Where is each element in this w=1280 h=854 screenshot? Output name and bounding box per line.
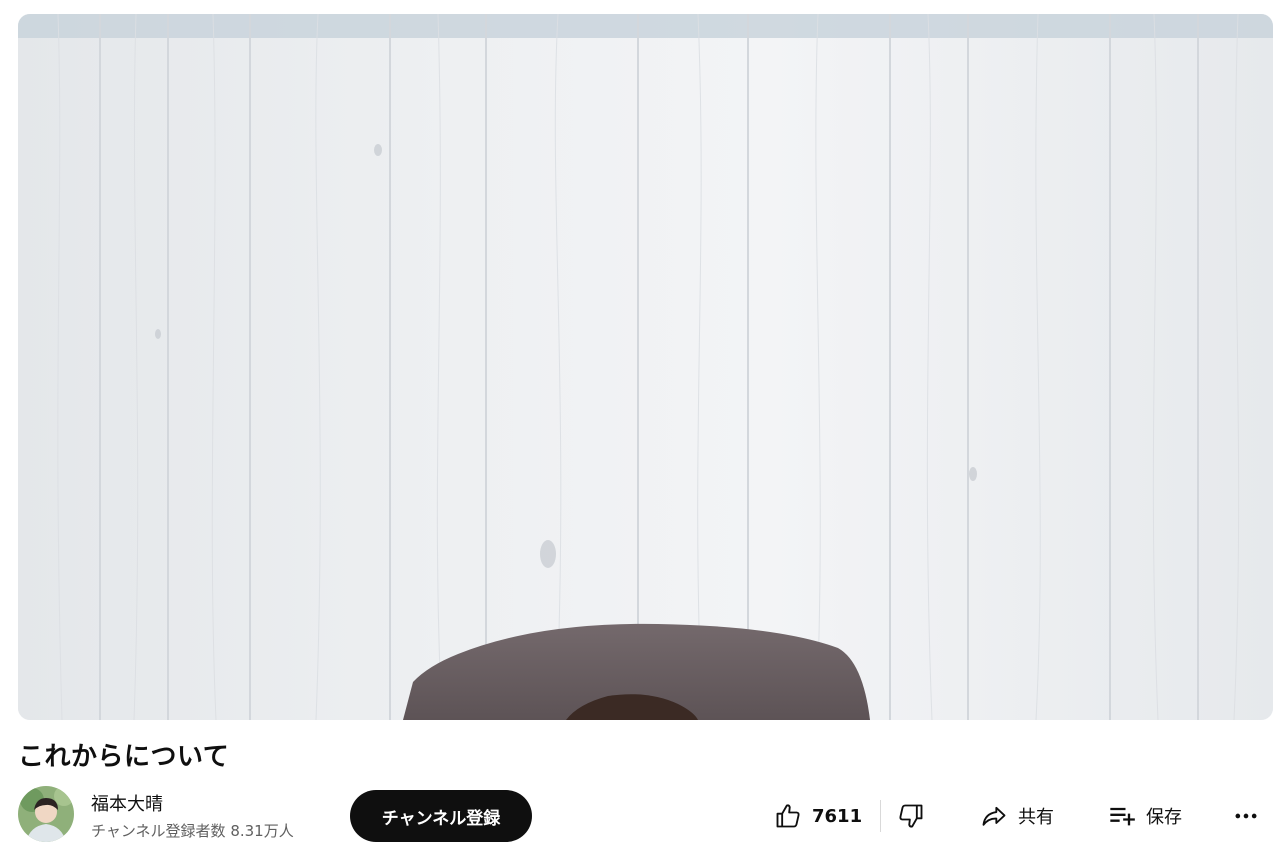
video-player[interactable] xyxy=(18,14,1273,720)
subscribe-button[interactable]: チャンネル登録 xyxy=(350,790,532,842)
like-count: 7611 xyxy=(812,805,863,827)
video-title: これからについて xyxy=(18,742,230,772)
more-horizontal-icon xyxy=(1235,813,1257,819)
thumbs-up-icon xyxy=(776,804,800,828)
subscriber-count: チャンネル登録者数 8.31万人 xyxy=(91,822,294,840)
save-label: 保存 xyxy=(1146,807,1182,828)
dislike-button[interactable] xyxy=(897,792,925,840)
more-actions-button[interactable] xyxy=(1232,792,1260,840)
like-dislike-divider xyxy=(880,800,881,832)
like-button[interactable]: 7611 xyxy=(774,792,862,840)
video-frame xyxy=(18,14,1273,720)
channel-name[interactable]: 福本大晴 xyxy=(91,790,163,816)
save-button[interactable]: 保存 xyxy=(1108,792,1182,840)
share-arrow-icon xyxy=(982,806,1006,826)
playlist-add-icon xyxy=(1110,807,1135,826)
share-label: 共有 xyxy=(1018,807,1054,828)
watch-page: これからについて 福本大晴 チャンネル登録者数 8.31万人 チャンネル登録 7… xyxy=(0,0,1280,854)
channel-avatar[interactable] xyxy=(18,786,74,842)
share-button[interactable]: 共有 xyxy=(980,792,1054,840)
thumbs-down-icon xyxy=(899,804,923,828)
avatar-image xyxy=(18,786,74,842)
